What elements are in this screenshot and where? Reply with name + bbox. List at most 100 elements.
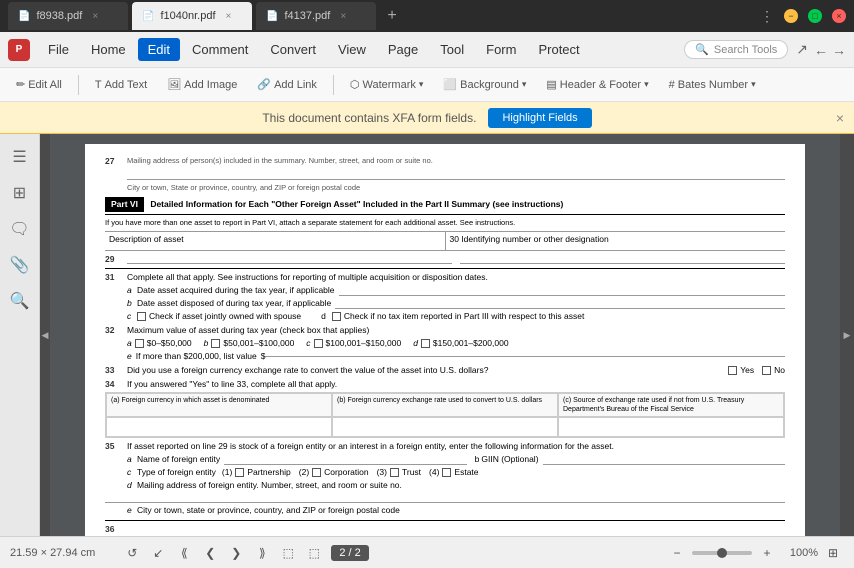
checkbox-35-3[interactable]: (3) Trust: [377, 467, 421, 478]
checkbox-32b[interactable]: b $50,001–$100,000: [204, 338, 295, 349]
row-32a-label: a: [127, 338, 132, 349]
row-31d-check-text: Check if no tax item reported in Part II…: [344, 311, 584, 322]
forward-icon[interactable]: →: [832, 42, 846, 58]
checkbox-35-3-box[interactable]: [390, 468, 399, 477]
checkbox-31d[interactable]: [332, 312, 341, 321]
xfa-close-button[interactable]: ×: [836, 110, 844, 126]
row-32a-range: $0–$50,000: [147, 338, 192, 349]
row-35c-label: c: [127, 467, 137, 478]
left-panel-handle[interactable]: ◀: [40, 134, 50, 536]
checkbox-35-1-box[interactable]: [235, 468, 244, 477]
tab-close-1[interactable]: ×: [92, 11, 98, 22]
bates-icon: #: [669, 79, 675, 91]
checkbox-32b-box[interactable]: [211, 339, 220, 348]
menu-file[interactable]: File: [38, 38, 79, 61]
menu-protect[interactable]: Protect: [528, 38, 589, 61]
row-32d-label: d: [413, 338, 418, 349]
toolbar: ✏ Edit All T Add Text 🖼 Add Image 🔗 Add …: [0, 68, 854, 102]
tab-close-2[interactable]: ×: [226, 11, 232, 22]
opt-35-4-num: (4): [429, 467, 439, 478]
sidebar-search-icon[interactable]: 🔍: [5, 286, 35, 316]
prev-page-button[interactable]: ❮: [199, 542, 221, 564]
menu-form[interactable]: Form: [476, 38, 526, 61]
back-icon[interactable]: ←: [814, 42, 828, 58]
checkbox-32d-box[interactable]: [421, 339, 430, 348]
watermark-button[interactable]: ⬡ Watermark ▾: [342, 75, 432, 94]
select-icon[interactable]: ↙: [147, 542, 169, 564]
minimize-button[interactable]: −: [784, 9, 798, 23]
pdf-icon-1: 📄: [18, 11, 30, 22]
checkbox-32a[interactable]: a $0–$50,000: [127, 338, 192, 349]
sidebar-comment-icon[interactable]: 🗨: [5, 214, 35, 244]
checkbox-32d[interactable]: d $150,001–$200,000: [413, 338, 508, 349]
edit-all-button[interactable]: ✏ Edit All: [8, 75, 70, 94]
sidebar-thumbnail-icon[interactable]: ☰: [5, 142, 35, 172]
zoom-slider[interactable]: [692, 551, 752, 555]
menu-comment[interactable]: Comment: [182, 38, 258, 61]
add-image-button[interactable]: 🖼 Add Image: [159, 75, 245, 94]
checkbox-33-no[interactable]: [762, 366, 771, 375]
checkbox-35-1[interactable]: (1) Partnership: [222, 467, 291, 478]
bates-number-button[interactable]: # Bates Number ▾: [661, 76, 764, 94]
zoom-out-button[interactable]: −: [666, 542, 688, 564]
background-button[interactable]: ⬜ Background ▾: [435, 75, 534, 94]
row-27-field: [127, 169, 785, 180]
section-divider-2: [105, 520, 785, 521]
checkbox-35-2[interactable]: (2) Corporation: [299, 467, 369, 478]
tab-f4137[interactable]: 📄 f4137.pdf ×: [256, 2, 376, 30]
row-35a-field: [224, 454, 466, 465]
row-34-text: If you answered "Yes" to line 33, comple…: [127, 379, 337, 390]
right-panel-handle[interactable]: ▶: [840, 134, 854, 536]
add-link-button[interactable]: 🔗 Add Link: [249, 75, 325, 94]
menu-tool[interactable]: Tool: [430, 38, 474, 61]
checkbox-35-4-box[interactable]: [442, 468, 451, 477]
part-vi-header: Part VI Detailed Information for Each "O…: [105, 195, 785, 215]
rotate-icon[interactable]: ↺: [121, 542, 143, 564]
search-tools[interactable]: 🔍 Search Tools: [684, 40, 788, 59]
maximize-button[interactable]: □: [808, 9, 822, 23]
next-page-button[interactable]: ❯: [225, 542, 247, 564]
tab-f8938[interactable]: 📄 f8938.pdf ×: [8, 2, 128, 30]
app-icon: P: [8, 39, 30, 61]
header-footer-icon: ▤: [546, 78, 556, 91]
opt-35-2-num: (2): [299, 467, 309, 478]
menu-view[interactable]: View: [328, 38, 376, 61]
checkbox-31c[interactable]: [137, 312, 146, 321]
zoom-control: − + 100% ⊞: [666, 542, 844, 564]
menu-edit[interactable]: Edit: [138, 38, 180, 61]
add-tab-button[interactable]: +: [380, 4, 404, 28]
watermark-chevron: ▾: [419, 79, 424, 90]
opt-35-2-label: Corporation: [324, 467, 368, 478]
opt-35-1-num: (1): [222, 467, 232, 478]
checkbox-33-yes[interactable]: [728, 366, 737, 375]
col-c-value: [558, 417, 784, 437]
fit-button[interactable]: ⊞: [822, 542, 844, 564]
fit-width-icon[interactable]: ⬚: [277, 542, 299, 564]
header-footer-button[interactable]: ▤ Header & Footer ▾: [538, 75, 656, 94]
checkbox-32c-box[interactable]: [314, 339, 323, 348]
col-a-value: [106, 417, 332, 437]
row-32c-range: $100,001–$150,000: [326, 338, 402, 349]
menu-convert[interactable]: Convert: [260, 38, 326, 61]
fit-page-icon[interactable]: ⬚: [303, 542, 325, 564]
add-text-button[interactable]: T Add Text: [87, 76, 155, 94]
tab-close-3[interactable]: ×: [340, 11, 346, 22]
close-button[interactable]: ×: [832, 9, 846, 23]
watermark-label: Watermark: [363, 79, 416, 91]
sidebar-attachment-icon[interactable]: 📎: [5, 250, 35, 280]
checkbox-32a-box[interactable]: [135, 339, 144, 348]
tab-f1040nr[interactable]: 📄 f1040nr.pdf ×: [132, 2, 252, 30]
menu-home[interactable]: Home: [81, 38, 136, 61]
highlight-fields-button[interactable]: Highlight Fields: [488, 108, 591, 128]
part-vi-label: Part VI: [105, 197, 144, 212]
checkbox-35-2-box[interactable]: [312, 468, 321, 477]
menu-page[interactable]: Page: [378, 38, 428, 61]
checkbox-32c[interactable]: c $100,001–$150,000: [306, 338, 401, 349]
part-vi-see: (see instructions): [492, 199, 563, 209]
sidebar-bookmark-icon[interactable]: ⊞: [5, 178, 35, 208]
zoom-in-button[interactable]: +: [756, 542, 778, 564]
more-options-icon[interactable]: ⋮: [760, 8, 774, 25]
last-page-button[interactable]: ⟫: [251, 542, 273, 564]
checkbox-35-4[interactable]: (4) Estate: [429, 467, 479, 478]
first-page-button[interactable]: ⟪: [173, 542, 195, 564]
